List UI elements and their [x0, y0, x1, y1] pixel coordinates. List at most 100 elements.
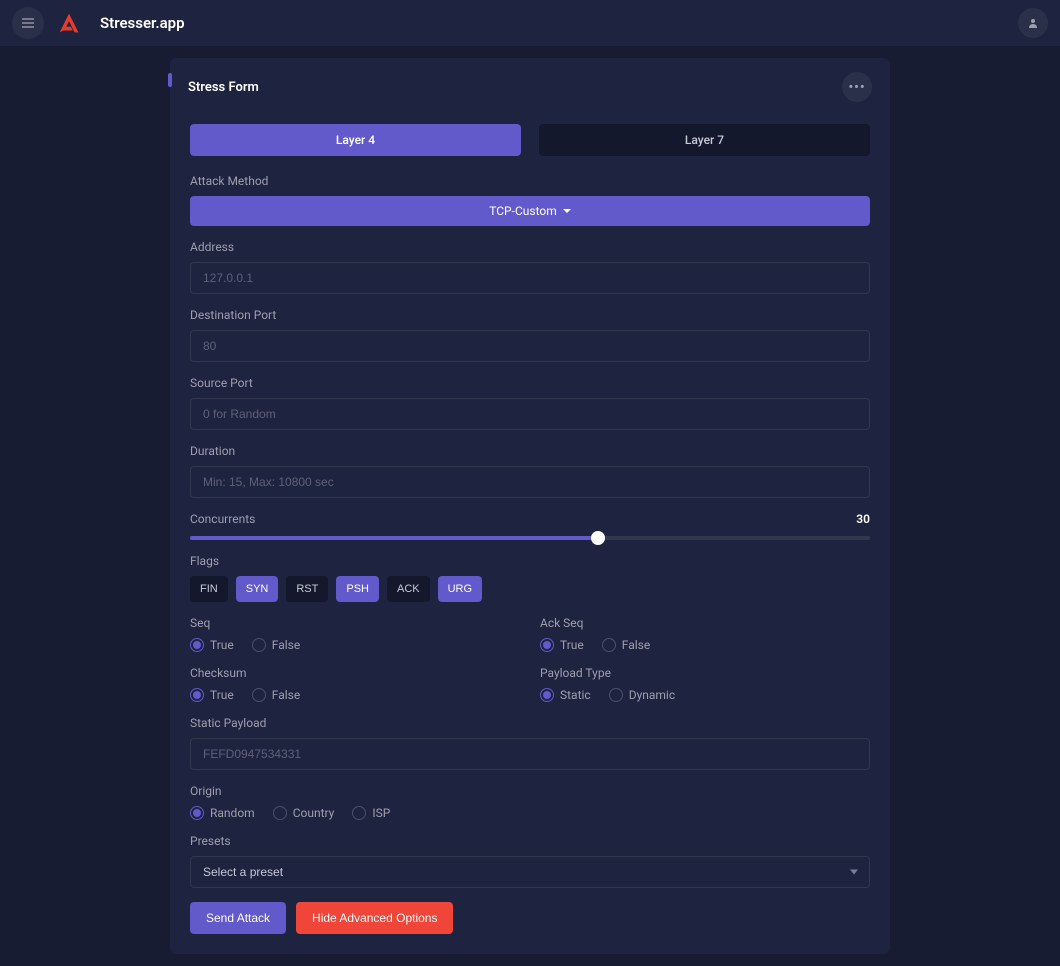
flag-rst[interactable]: RST	[286, 576, 328, 602]
checksum-radios: True False	[190, 688, 520, 702]
app-logo	[54, 8, 84, 38]
payloadtype-radios-dynamic[interactable]: Dynamic	[609, 688, 675, 702]
concurrents-value: 30	[856, 512, 870, 526]
radio-label: False	[272, 688, 300, 702]
address-label: Address	[190, 240, 870, 254]
main: Stress Form ••• Layer 4 Layer 7 Attack M…	[0, 46, 1060, 966]
ackseq-radios: True False	[540, 638, 870, 652]
radio-label: Dynamic	[629, 688, 675, 702]
radio-label: ISP	[372, 806, 390, 820]
user-icon	[1027, 17, 1039, 29]
radio-label: Country	[293, 806, 335, 820]
radio-icon	[190, 638, 204, 652]
origin-radios: Random Country ISP	[190, 806, 870, 820]
seq-radios-true[interactable]: True	[190, 638, 234, 652]
radio-label: False	[272, 638, 300, 652]
method-select[interactable]: TCP-Custom	[190, 196, 870, 226]
ackseq-label: Ack Seq	[540, 616, 870, 630]
radio-label: False	[622, 638, 650, 652]
presets-select-wrap: Select a preset	[190, 856, 870, 888]
tabs: Layer 4 Layer 7	[190, 124, 870, 156]
address-group: Address	[190, 240, 870, 294]
checksum-radios-true[interactable]: True	[190, 688, 234, 702]
concurrents-slider[interactable]	[190, 536, 870, 540]
method-group: Attack Method TCP-Custom	[190, 174, 870, 226]
duration-group: Duration	[190, 444, 870, 498]
tab-layer4[interactable]: Layer 4	[190, 124, 521, 156]
staticpayload-input[interactable]	[190, 738, 870, 770]
card-header: Stress Form •••	[170, 58, 890, 116]
radio-icon	[540, 688, 554, 702]
seq-row: Seq True False Ack Seq True False	[190, 616, 870, 666]
checksum-label: Checksum	[190, 666, 520, 680]
user-button[interactable]	[1018, 8, 1048, 38]
hide-advanced-button[interactable]: Hide Advanced Options	[296, 902, 453, 934]
radio-label: Random	[210, 806, 255, 820]
sport-group: Source Port	[190, 376, 870, 430]
card-body: Layer 4 Layer 7 Attack Method TCP-Custom…	[170, 116, 890, 954]
stress-form-card: Stress Form ••• Layer 4 Layer 7 Attack M…	[170, 58, 890, 954]
menu-button[interactable]	[12, 7, 44, 39]
radio-label: True	[210, 638, 234, 652]
presets-label: Presets	[190, 834, 870, 848]
method-label: Attack Method	[190, 174, 870, 188]
seq-group: Seq True False	[190, 616, 520, 652]
seq-radios: True False	[190, 638, 520, 652]
dport-group: Destination Port	[190, 308, 870, 362]
dport-input[interactable]	[190, 330, 870, 362]
card-menu-button[interactable]: •••	[842, 72, 872, 102]
flag-ack[interactable]: ACK	[387, 576, 430, 602]
caret-down-icon	[563, 209, 571, 213]
payloadtype-radios: Static Dynamic	[540, 688, 870, 702]
presets-select[interactable]: Select a preset	[190, 856, 870, 888]
radio-icon	[273, 806, 287, 820]
slider-thumb[interactable]	[591, 531, 605, 545]
button-row: Send Attack Hide Advanced Options	[190, 902, 870, 934]
concurrents-row: Concurrents 30	[190, 512, 870, 526]
radio-label: True	[560, 638, 584, 652]
staticpayload-group: Static Payload	[190, 716, 870, 770]
payloadtype-radios-static[interactable]: Static	[540, 688, 591, 702]
payloadtype-group: Payload Type StaticDynamic	[540, 666, 870, 702]
flag-psh[interactable]: PSH	[336, 576, 379, 602]
dport-label: Destination Port	[190, 308, 870, 322]
method-value: TCP-Custom	[489, 204, 557, 218]
radio-icon	[540, 638, 554, 652]
header-left: Stresser.app	[12, 7, 185, 39]
flags-row: FIN SYN RST PSH ACK URG	[190, 576, 870, 602]
duration-label: Duration	[190, 444, 870, 458]
ackseq-radios-false[interactable]: False	[602, 638, 650, 652]
logo-icon	[54, 8, 84, 38]
origin-radios-random[interactable]: Random	[190, 806, 255, 820]
radio-icon	[609, 688, 623, 702]
tab-layer7[interactable]: Layer 7	[539, 124, 870, 156]
flag-syn[interactable]: SYN	[236, 576, 279, 602]
duration-input[interactable]	[190, 466, 870, 498]
slider-fill	[190, 536, 598, 540]
radio-icon	[190, 688, 204, 702]
radio-icon	[602, 638, 616, 652]
radio-icon	[252, 638, 266, 652]
staticpayload-label: Static Payload	[190, 716, 870, 730]
sport-input[interactable]	[190, 398, 870, 430]
origin-label: Origin	[190, 784, 870, 798]
flags-group: Flags FINSYNRSTPSHACKURG	[190, 554, 870, 602]
send-attack-button[interactable]: Send Attack	[190, 902, 286, 934]
radio-label: Static	[560, 688, 591, 702]
radio-icon	[190, 806, 204, 820]
address-input[interactable]	[190, 262, 870, 294]
origin-radios-isp[interactable]: ISP	[352, 806, 390, 820]
card-title: Stress Form	[170, 80, 259, 95]
flag-urg[interactable]: URG	[438, 576, 482, 602]
checksum-radios-false[interactable]: False	[252, 688, 300, 702]
menu-icon	[20, 15, 36, 31]
presets-group: Presets Select a preset	[190, 834, 870, 888]
origin-radios-country[interactable]: Country	[273, 806, 335, 820]
seq-radios-false[interactable]: False	[252, 638, 300, 652]
seq-label: Seq	[190, 616, 520, 630]
dots-icon: •••	[848, 80, 865, 95]
app-title: Stresser.app	[100, 14, 185, 32]
flag-fin[interactable]: FIN	[190, 576, 228, 602]
ackseq-radios-true[interactable]: True	[540, 638, 584, 652]
concurrents-group: Concurrents 30	[190, 512, 870, 540]
